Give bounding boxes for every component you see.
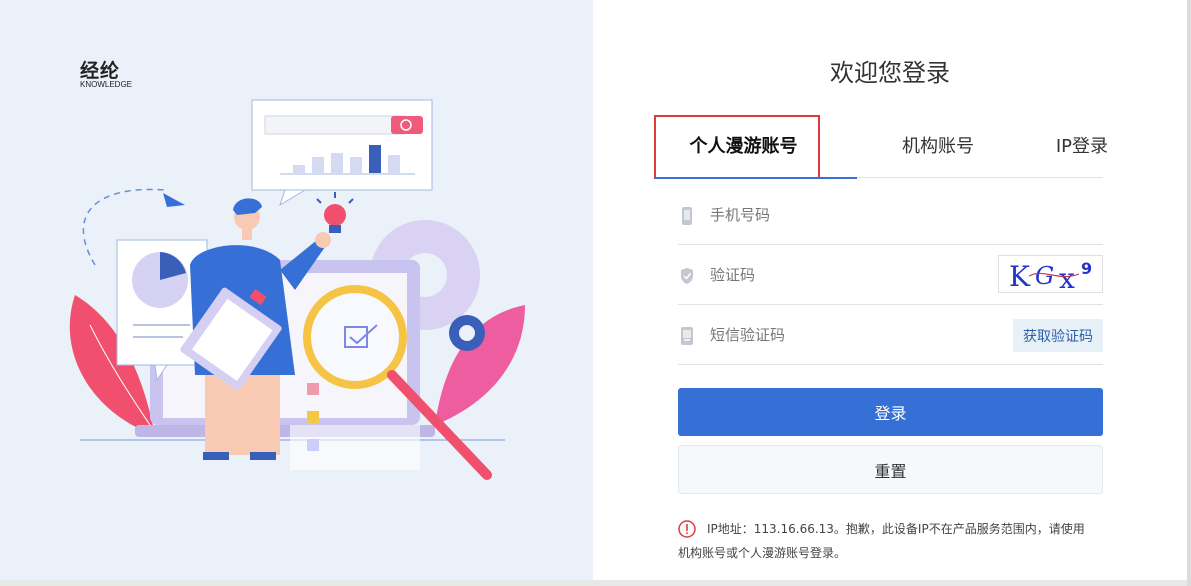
login-tabs: 个人漫游账号 机构账号 IP登录 — [654, 115, 1108, 179]
tab-institution-label: 机构账号 — [902, 136, 974, 157]
login-button[interactable]: 登录 — [678, 388, 1103, 436]
sms-phone-icon — [681, 327, 693, 345]
captcha-char-1: K — [1009, 260, 1031, 292]
brand-name-en: KNOWLEDGE — [80, 80, 133, 89]
notice-text-line-1: IP地址：113.16.66.13。抱歉，此设备IP不在产品服务范围内，请使用 — [707, 522, 1085, 536]
right-edge — [1187, 0, 1191, 586]
login-title: 欢迎您登录 — [830, 59, 950, 87]
tab-personal-label: 个人漫游账号 — [689, 136, 798, 157]
phone-field — [678, 185, 1103, 245]
illustration-panel: 经纶 KNOWLEDGE — [0, 0, 593, 580]
tab-institution-account[interactable]: 机构账号 — [878, 115, 998, 178]
phone-input[interactable] — [710, 185, 1000, 245]
login-illustration — [69, 99, 525, 480]
tab-personal-account[interactable]: 个人漫游账号 — [654, 115, 857, 179]
login-panel: 欢迎您登录 个人漫游账号 机构账号 IP登录 K G — [593, 0, 1187, 580]
captcha-image[interactable]: K G x 9 — [998, 255, 1103, 295]
reset-button[interactable]: 重置 — [678, 445, 1103, 494]
get-sms-code-button[interactable]: 获取验证码 — [1013, 319, 1103, 352]
error-icon — [678, 520, 696, 538]
captcha-graphic: K G x 9 — [1009, 259, 1092, 295]
phone-icon — [682, 207, 692, 225]
shield-icon — [681, 268, 693, 284]
captcha-char-4: 9 — [1081, 259, 1092, 278]
notice-text-line-2: 机构账号或个人漫游账号登录。 — [678, 546, 847, 560]
sms-code-field: 获取验证码 — [678, 305, 1103, 365]
captcha-field: K G x 9 — [678, 245, 1103, 305]
brand-name-cn: 经纶 — [80, 60, 121, 82]
captcha-input[interactable] — [710, 245, 990, 305]
bottom-edge — [0, 580, 1191, 586]
captcha-char-2: G — [1035, 262, 1054, 290]
tab-ip-label: IP登录 — [1055, 136, 1108, 157]
sms-code-input[interactable] — [710, 305, 990, 365]
tab-ip-login[interactable]: IP登录 — [1048, 115, 1108, 178]
